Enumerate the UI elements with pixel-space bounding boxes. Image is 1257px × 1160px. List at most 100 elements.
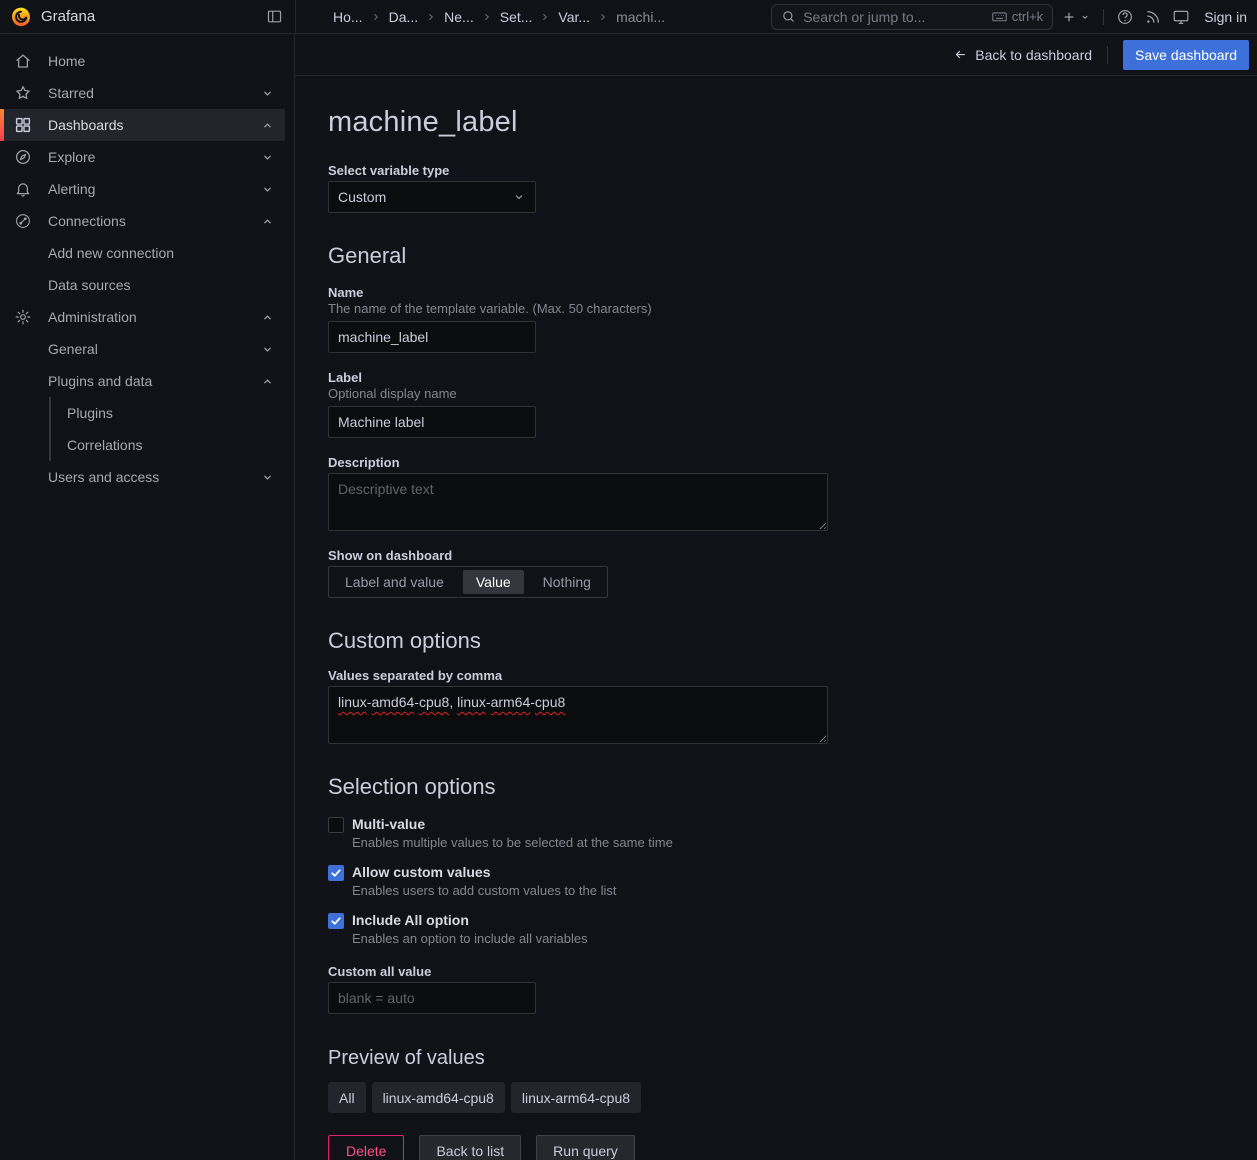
sidebar-item-dashboards[interactable]: Dashboards	[0, 109, 285, 141]
sidebar-item-connections[interactable]: Connections	[0, 205, 285, 237]
delete-button[interactable]: Delete	[328, 1135, 404, 1160]
sign-in-button[interactable]: Sign in	[1198, 9, 1249, 25]
sidebar-item-starred[interactable]: Starred	[0, 77, 285, 109]
checkbox-row-multi-value[interactable]: Multi-valueEnables multiple values to be…	[328, 816, 1257, 850]
preview-heading: Preview of values	[328, 1047, 1257, 1070]
radio-option-nothing[interactable]: Nothing	[527, 567, 607, 597]
sidebar-item-plugins-and-data[interactable]: Plugins and data	[0, 365, 285, 397]
keyboard-icon	[991, 8, 1008, 25]
plug-icon	[13, 212, 33, 230]
label-field-group: Label Optional display name	[328, 370, 1257, 438]
breadcrumb-item[interactable]: Set...	[500, 9, 533, 25]
display-button[interactable]	[1170, 6, 1192, 28]
chevron-right-icon	[597, 11, 609, 23]
action-buttons: Delete Back to list Run query	[328, 1135, 1257, 1160]
sidebar-item-data-sources[interactable]: Data sources	[0, 269, 285, 301]
values-textarea-wrap: linux-amd64-cpu8, linux-arm64-cpu8	[328, 686, 828, 744]
sidebar-item-label: Starred	[48, 85, 94, 101]
description-textarea[interactable]	[328, 473, 828, 531]
breadcrumb-item[interactable]: Ho...	[333, 9, 363, 25]
sidebar-item-plugins[interactable]: Plugins	[0, 397, 285, 429]
sidebar-item-general[interactable]: General	[0, 333, 285, 365]
description-label: Description	[328, 455, 1257, 470]
page-title: machine_label	[328, 106, 1257, 139]
chevron-up-icon[interactable]	[261, 311, 274, 324]
checkbox-row-allow-custom-values[interactable]: Allow custom valuesEnables users to add …	[328, 864, 1257, 898]
sidebar-item-correlations[interactable]: Correlations	[0, 429, 285, 461]
sidebar-item-home[interactable]: Home	[0, 45, 285, 77]
custom-all-value-group: Custom all value	[328, 964, 1257, 1014]
new-menu-button[interactable]	[1059, 7, 1093, 27]
radio-option-value[interactable]: Value	[463, 570, 524, 594]
sidebar-item-users-and-access[interactable]: Users and access	[0, 461, 285, 493]
news-button[interactable]	[1142, 6, 1164, 28]
sidebar-item-label: Explore	[48, 149, 95, 165]
breadcrumb-item[interactable]: Ne...	[444, 9, 474, 25]
apps-icon	[13, 116, 33, 134]
app-root: Grafana Ho... Da... Ne... Set... Var... machi…	[0, 0, 1257, 1160]
preview-value-chip: linux-amd64-cpu8	[372, 1082, 505, 1113]
chevron-down-icon[interactable]	[261, 183, 274, 196]
search-shortcut: ctrl+k	[991, 8, 1043, 25]
mega-menu-toggle-button[interactable]	[264, 6, 285, 27]
sidebar-item-label: Data sources	[48, 277, 130, 293]
checkbox-checked-icon[interactable]	[328, 913, 344, 929]
preview-values: Alllinux-amd64-cpu8linux-arm64-cpu8	[328, 1082, 1257, 1113]
header-actions: ctrl+k	[771, 0, 1257, 33]
arrow-left-icon	[953, 47, 968, 62]
sidebar: Home Starred Dashboards Explore Alerting Conn…	[0, 34, 295, 1160]
search-input[interactable]	[803, 9, 984, 25]
sidebar-item-label: Dashboards	[48, 117, 124, 133]
variable-type-select[interactable]: Custom	[328, 181, 536, 213]
checkbox-checked-icon[interactable]	[328, 865, 344, 881]
chevron-right-icon	[539, 11, 551, 23]
breadcrumb: Ho...Da...Ne...Set...Var...machi...	[295, 0, 665, 33]
help-button[interactable]	[1114, 6, 1136, 28]
chevron-right-icon	[425, 11, 437, 23]
breadcrumb-item[interactable]: Var...	[558, 9, 590, 25]
label-label: Label	[328, 370, 1257, 385]
sidebar-item-administration[interactable]: Administration	[0, 301, 285, 333]
sidebar-item-label: Alerting	[48, 181, 95, 197]
back-to-dashboard-button[interactable]: Back to dashboard	[953, 47, 1092, 63]
chevron-down-icon[interactable]	[261, 343, 274, 356]
variable-type-value: Custom	[338, 189, 386, 205]
grafana-logo	[10, 6, 32, 28]
checkbox-description: Enables multiple values to be selected a…	[352, 835, 673, 850]
checkbox-row-include-all-option[interactable]: Include All optionEnables an option to i…	[328, 912, 1257, 946]
checkbox-description: Enables users to add custom values to th…	[352, 883, 616, 898]
selection-options-heading: Selection options	[328, 774, 1257, 800]
preview-value-chip: All	[328, 1082, 366, 1113]
label-input[interactable]	[328, 406, 536, 438]
main-area: Back to dashboard Save dashboard machine…	[295, 34, 1257, 1160]
sidebar-item-explore[interactable]: Explore	[0, 141, 285, 173]
chevron-up-icon[interactable]	[261, 375, 274, 388]
general-heading: General	[328, 243, 1257, 269]
chevron-right-icon	[481, 11, 493, 23]
compass-icon	[13, 148, 33, 166]
chevron-down-icon[interactable]	[261, 87, 274, 100]
save-dashboard-button[interactable]: Save dashboard	[1123, 40, 1249, 70]
sidebar-item-alerting[interactable]: Alerting	[0, 173, 285, 205]
custom-all-value-input[interactable]	[328, 982, 536, 1014]
brand-title: Grafana	[41, 8, 95, 25]
show-on-dashboard-radio-group: Label and valueValueNothing	[328, 566, 608, 598]
name-input[interactable]	[328, 321, 536, 353]
breadcrumb-item[interactable]: Da...	[389, 9, 419, 25]
chevron-up-icon[interactable]	[261, 119, 274, 132]
sidebar-item-add-new-connection[interactable]: Add new connection	[0, 237, 285, 269]
star-icon	[13, 84, 33, 102]
question-circle-icon	[1116, 8, 1134, 26]
values-textarea[interactable]: linux-amd64-cpu8, linux-arm64-cpu8	[328, 686, 828, 744]
radio-option-label-and-value[interactable]: Label and value	[329, 567, 460, 597]
chevron-down-icon[interactable]	[261, 471, 274, 484]
gear-icon	[13, 308, 33, 326]
checkbox-description: Enables an option to include all variabl…	[352, 931, 588, 946]
checkbox-unchecked-icon[interactable]	[328, 817, 344, 833]
back-to-list-button[interactable]: Back to list	[419, 1135, 521, 1160]
chevron-down-icon[interactable]	[261, 151, 274, 164]
search-box[interactable]: ctrl+k	[771, 4, 1053, 30]
chevron-up-icon[interactable]	[261, 215, 274, 228]
plus-icon	[1061, 9, 1077, 25]
run-query-button[interactable]: Run query	[536, 1135, 635, 1160]
